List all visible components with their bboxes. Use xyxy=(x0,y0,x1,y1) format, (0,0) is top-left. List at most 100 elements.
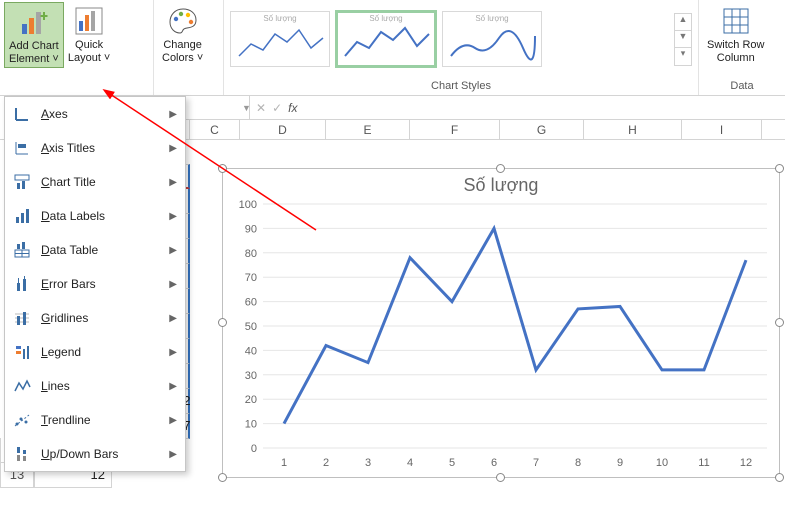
enter-icon[interactable]: ✓ xyxy=(272,101,282,115)
submenu-arrow-icon: ▶ xyxy=(169,245,177,256)
menu-icon xyxy=(13,411,31,429)
quick-layout-label: Quick Layout ˅ xyxy=(68,39,111,64)
svg-text:8: 8 xyxy=(575,457,581,469)
menu-item-up-down-bars[interactable]: Up/Down Bars▶ xyxy=(5,437,185,471)
change-colors-button[interactable]: Change Colors ˅ xyxy=(158,2,207,66)
svg-text:50: 50 xyxy=(245,321,257,333)
palette-icon xyxy=(167,5,199,37)
menu-label: Up/Down Bars xyxy=(41,447,159,461)
menu-item-axis-titles[interactable]: Axis Titles▶ xyxy=(5,131,185,165)
menu-item-data-labels[interactable]: Data Labels▶ xyxy=(5,199,185,233)
chart-title[interactable]: Số lượng xyxy=(223,169,779,198)
svg-text:100: 100 xyxy=(239,199,257,211)
formula-bar: ▼ ✕ ✓ fx xyxy=(186,96,785,120)
menu-icon xyxy=(13,173,31,191)
resize-handle[interactable] xyxy=(496,164,505,173)
column-header[interactable]: H xyxy=(584,120,682,139)
svg-text:80: 80 xyxy=(245,248,257,260)
ribbon: Add Chart Element ˅ Quick Layout ˅ Chang… xyxy=(0,0,785,96)
resize-handle[interactable] xyxy=(218,473,227,482)
add-chart-element-menu: Axes▶Axis Titles▶Chart Title▶Data Labels… xyxy=(4,96,186,472)
menu-item-trendline[interactable]: Trendline▶ xyxy=(5,403,185,437)
chart-style-2[interactable]: Số lượng xyxy=(336,11,436,67)
svg-text:10: 10 xyxy=(656,457,668,469)
menu-item-chart-title[interactable]: Chart Title▶ xyxy=(5,165,185,199)
quick-layout-button[interactable]: Quick Layout ˅ xyxy=(64,2,115,66)
menu-item-lines[interactable]: Lines▶ xyxy=(5,369,185,403)
column-header[interactable]: E xyxy=(326,120,410,139)
svg-text:9: 9 xyxy=(617,457,623,469)
menu-icon xyxy=(13,343,31,361)
menu-icon xyxy=(13,139,31,157)
resize-handle[interactable] xyxy=(496,473,505,482)
cancel-icon[interactable]: ✕ xyxy=(256,101,266,115)
svg-text:70: 70 xyxy=(245,272,257,284)
menu-item-legend[interactable]: Legend ▶ xyxy=(5,335,185,369)
fx-icon[interactable]: fx xyxy=(288,101,297,115)
switch-row-column-button[interactable]: Switch Row Column xyxy=(703,2,768,66)
gallery-down-icon[interactable]: ▼ xyxy=(675,31,691,48)
resize-handle[interactable] xyxy=(218,318,227,327)
svg-text:90: 90 xyxy=(245,223,257,235)
submenu-arrow-icon: ▶ xyxy=(169,415,177,426)
column-header[interactable]: G xyxy=(500,120,584,139)
menu-label: Axes xyxy=(41,107,159,121)
svg-text:30: 30 xyxy=(245,370,257,382)
svg-text:12: 12 xyxy=(740,457,752,469)
change-colors-label: Change Colors ˅ xyxy=(162,39,203,64)
add-chart-element-icon xyxy=(18,6,50,38)
menu-icon xyxy=(13,105,31,123)
menu-item-data-table[interactable]: Data Table ▶ xyxy=(5,233,185,267)
submenu-arrow-icon: ▶ xyxy=(169,177,177,188)
menu-icon xyxy=(13,309,31,327)
submenu-arrow-icon: ▶ xyxy=(169,381,177,392)
svg-text:5: 5 xyxy=(449,457,455,469)
column-header[interactable]: D xyxy=(240,120,326,139)
chart-object[interactable]: Số lượng 0102030405060708090100123456789… xyxy=(222,168,780,478)
formula-input[interactable] xyxy=(309,101,779,115)
name-box[interactable]: ▼ xyxy=(186,96,250,119)
chart-styles-gallery[interactable]: Số lượng Số lượng Số lượng ▲ ▼ ▾ xyxy=(224,0,698,78)
add-chart-element-button[interactable]: Add Chart Element ˅ xyxy=(4,2,64,68)
svg-text:6: 6 xyxy=(491,457,497,469)
svg-text:11: 11 xyxy=(698,457,709,469)
resize-handle[interactable] xyxy=(775,318,784,327)
svg-text:3: 3 xyxy=(365,457,371,469)
menu-item-error-bars[interactable]: Error Bars ▶ xyxy=(5,267,185,301)
menu-icon xyxy=(13,377,31,395)
submenu-arrow-icon: ▶ xyxy=(169,211,177,222)
resize-handle[interactable] xyxy=(218,164,227,173)
submenu-arrow-icon: ▶ xyxy=(169,347,177,358)
svg-text:20: 20 xyxy=(245,394,257,406)
switch-row-column-label: Switch Row Column xyxy=(707,39,764,64)
menu-item-gridlines[interactable]: Gridlines▶ xyxy=(5,301,185,335)
submenu-arrow-icon: ▶ xyxy=(169,279,177,290)
menu-label: Error Bars xyxy=(41,277,159,291)
switch-row-column-icon xyxy=(720,5,752,37)
menu-label: Legend xyxy=(41,345,159,359)
column-header[interactable]: F xyxy=(410,120,500,139)
menu-icon xyxy=(13,445,31,463)
menu-label: Axis Titles xyxy=(41,141,159,155)
column-header[interactable]: C xyxy=(190,120,240,139)
chart-style-1[interactable]: Số lượng xyxy=(230,11,330,67)
gallery-more-icon[interactable]: ▾ xyxy=(675,48,691,65)
column-header[interactable]: I xyxy=(682,120,762,139)
chart-style-3[interactable]: Số lượng xyxy=(442,11,542,67)
data-group-label: Data xyxy=(699,78,785,95)
svg-text:4: 4 xyxy=(407,457,413,469)
svg-text:7: 7 xyxy=(533,457,539,469)
resize-handle[interactable] xyxy=(775,164,784,173)
submenu-arrow-icon: ▶ xyxy=(169,109,177,120)
svg-text:40: 40 xyxy=(245,345,257,357)
menu-icon xyxy=(13,207,31,225)
chart-plot[interactable]: 0102030405060708090100123456789101112 xyxy=(223,198,781,474)
quick-layout-icon xyxy=(73,5,105,37)
svg-text:10: 10 xyxy=(245,419,257,431)
menu-label: Gridlines xyxy=(41,311,159,325)
menu-item-axes[interactable]: Axes ▶ xyxy=(5,97,185,131)
menu-label: Data Table xyxy=(41,243,159,257)
name-box-input[interactable] xyxy=(192,101,242,115)
gallery-up-icon[interactable]: ▲ xyxy=(675,14,691,31)
resize-handle[interactable] xyxy=(775,473,784,482)
